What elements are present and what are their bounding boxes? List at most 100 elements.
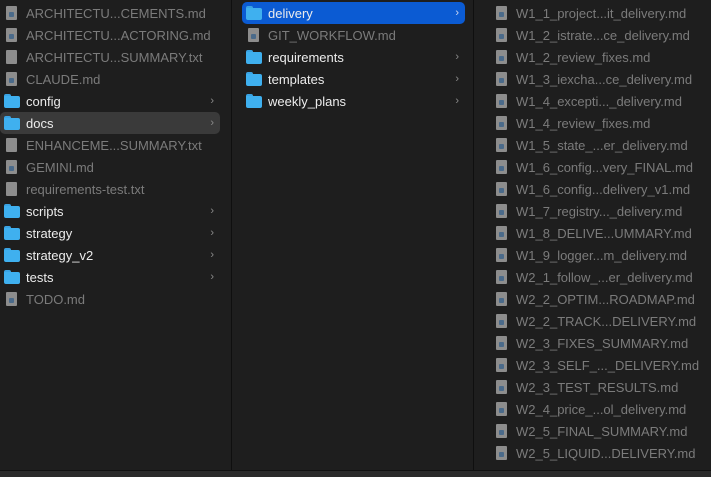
- file-item[interactable]: W2_2_TRACK...DELIVERY.md: [494, 310, 701, 332]
- column-docs[interactable]: delivery › GIT_WORKFLOW.md requirements › tem…: [231, 0, 472, 470]
- item-name: W1_9_logger...m_delivery.md: [516, 247, 688, 263]
- folder-icon: [246, 6, 262, 20]
- file-item[interactable]: W2_3_SELF_..._DELIVERY.md: [494, 354, 701, 376]
- document-icon: [496, 270, 507, 284]
- document-icon: [496, 446, 507, 460]
- chevron-right-icon: ›: [210, 117, 214, 129]
- folder-item[interactable]: tests ›: [0, 266, 220, 288]
- folder-icon: [4, 116, 20, 130]
- folder-item[interactable]: weekly_plans ›: [242, 90, 465, 112]
- file-item[interactable]: W2_5_FINAL_SUMMARY.md: [494, 420, 701, 442]
- file-item[interactable]: ARCHITECTU...CEMENTS.md: [0, 2, 220, 24]
- file-item[interactable]: W1_2_istrate...ce_delivery.md: [494, 24, 701, 46]
- file-item[interactable]: W1_6_config...delivery_v1.md: [494, 178, 701, 200]
- item-name: strategy_v2: [26, 247, 94, 263]
- folder-item[interactable]: delivery ›: [242, 2, 465, 24]
- folder-item[interactable]: config ›: [0, 90, 220, 112]
- folder-icon: [246, 72, 262, 86]
- document-icon: [496, 94, 507, 108]
- document-icon: [6, 72, 17, 86]
- file-item[interactable]: W1_5_state_...er_delivery.md: [494, 134, 701, 156]
- file-item[interactable]: W2_3_FIXES_SUMMARY.md: [494, 332, 701, 354]
- item-name: W2_4_price_...ol_delivery.md: [516, 401, 687, 417]
- item-name: W1_1_project...it_delivery.md: [516, 5, 687, 21]
- document-icon: [496, 28, 507, 42]
- item-name: W2_5_FINAL_SUMMARY.md: [516, 423, 688, 439]
- column-root[interactable]: ARCHITECTU...CEMENTS.md ARCHITECTU...ACTO…: [0, 0, 230, 470]
- file-item[interactable]: GIT_WORKFLOW.md: [242, 24, 465, 46]
- item-name: W1_4_review_fixes.md: [516, 115, 651, 131]
- document-icon: [6, 50, 17, 64]
- item-name: W1_5_state_...er_delivery.md: [516, 137, 688, 153]
- chevron-right-icon: ›: [210, 95, 214, 107]
- horizontal-scrollbar[interactable]: [0, 470, 711, 477]
- item-name: W1_6_config...very_FINAL.md: [516, 159, 694, 175]
- document-icon: [6, 292, 17, 306]
- file-item[interactable]: W2_5_LIQUID...DELIVERY.md: [494, 442, 701, 464]
- file-item[interactable]: W1_7_registry..._delivery.md: [494, 200, 701, 222]
- item-name: weekly_plans: [268, 93, 347, 109]
- folder-item[interactable]: scripts ›: [0, 200, 220, 222]
- item-name: W2_3_TEST_RESULTS.md: [516, 379, 679, 395]
- item-name: requirements: [268, 49, 344, 65]
- chevron-right-icon: ›: [210, 249, 214, 261]
- chevron-right-icon: ›: [210, 227, 214, 239]
- folder-item[interactable]: strategy_v2 ›: [0, 244, 220, 266]
- document-icon: [6, 28, 17, 42]
- item-name: ARCHITECTU...ACTORING.md: [26, 27, 211, 43]
- item-name: config: [26, 93, 61, 109]
- file-item[interactable]: W2_1_follow_...er_delivery.md: [494, 266, 701, 288]
- document-icon: [496, 6, 507, 20]
- item-name: TODO.md: [26, 291, 85, 307]
- file-item[interactable]: GEMINI.md: [0, 156, 220, 178]
- folder-item[interactable]: templates ›: [242, 68, 465, 90]
- item-name: CLAUDE.md: [26, 71, 101, 87]
- document-icon: [496, 248, 507, 262]
- document-icon: [496, 160, 507, 174]
- file-item[interactable]: TODO.md: [0, 288, 220, 310]
- item-name: W2_2_OPTIM...ROADMAP.md: [516, 291, 695, 307]
- folder-icon: [4, 94, 20, 108]
- document-icon: [496, 50, 507, 64]
- column-delivery[interactable]: W1_1_project...it_delivery.md W1_2_istrat…: [473, 0, 711, 470]
- item-name: GIT_WORKFLOW.md: [268, 27, 396, 43]
- document-icon: [6, 138, 17, 152]
- file-item[interactable]: W1_4_review_fixes.md: [494, 112, 701, 134]
- folder-icon: [4, 248, 20, 262]
- chevron-right-icon: ›: [455, 51, 459, 63]
- file-item[interactable]: ENHANCEME...SUMMARY.txt: [0, 134, 220, 156]
- file-item[interactable]: W1_4_excepti..._delivery.md: [494, 90, 701, 112]
- folder-item[interactable]: strategy ›: [0, 222, 220, 244]
- file-item[interactable]: W1_2_review_fixes.md: [494, 46, 701, 68]
- folder-item[interactable]: docs ›: [0, 112, 220, 134]
- file-item[interactable]: W1_1_project...it_delivery.md: [494, 2, 701, 24]
- file-item[interactable]: W2_3_TEST_RESULTS.md: [494, 376, 701, 398]
- file-item[interactable]: W1_6_config...very_FINAL.md: [494, 156, 701, 178]
- file-item[interactable]: requirements-test.txt: [0, 178, 220, 200]
- item-name: docs: [26, 115, 54, 131]
- file-item[interactable]: ARCHITECTU...ACTORING.md: [0, 24, 220, 46]
- folder-item[interactable]: requirements ›: [242, 46, 465, 68]
- document-icon: [496, 72, 507, 86]
- chevron-right-icon: ›: [455, 7, 459, 19]
- document-icon: [496, 226, 507, 240]
- chevron-right-icon: ›: [210, 205, 214, 217]
- file-item[interactable]: W2_2_OPTIM...ROADMAP.md: [494, 288, 701, 310]
- item-name: ENHANCEME...SUMMARY.txt: [26, 137, 202, 153]
- document-icon: [496, 182, 507, 196]
- item-name: W1_2_istrate...ce_delivery.md: [516, 27, 690, 43]
- file-item[interactable]: W1_3_iexcha...ce_delivery.md: [494, 68, 701, 90]
- file-item[interactable]: W1_8_DELIVE...UMMARY.md: [494, 222, 701, 244]
- item-name: W1_7_registry..._delivery.md: [516, 203, 683, 219]
- file-item[interactable]: W1_9_logger...m_delivery.md: [494, 244, 701, 266]
- item-name: W2_3_FIXES_SUMMARY.md: [516, 335, 689, 351]
- file-item[interactable]: ARCHITECTU...SUMMARY.txt: [0, 46, 220, 68]
- folder-icon: [4, 270, 20, 284]
- item-name: tests: [26, 269, 54, 285]
- document-icon: [496, 380, 507, 394]
- item-name: W1_3_iexcha...ce_delivery.md: [516, 71, 693, 87]
- document-icon: [6, 6, 17, 20]
- file-item[interactable]: W2_4_price_...ol_delivery.md: [494, 398, 701, 420]
- item-name: W2_1_follow_...er_delivery.md: [516, 269, 693, 285]
- file-item[interactable]: CLAUDE.md: [0, 68, 220, 90]
